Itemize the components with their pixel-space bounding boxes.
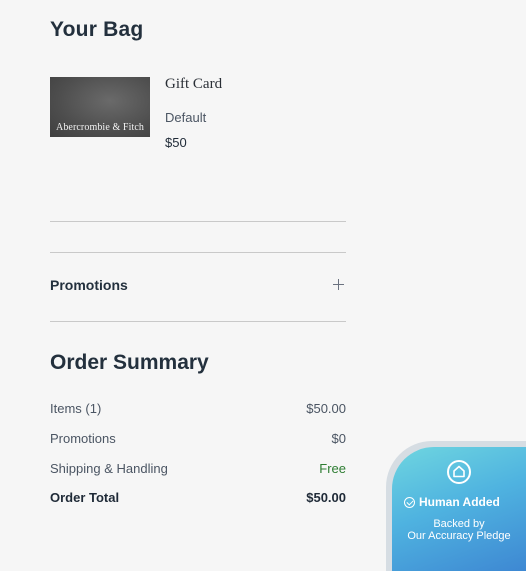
summary-label: Promotions xyxy=(50,431,116,446)
plus-icon[interactable] xyxy=(333,279,344,290)
badge-panel: Human Added Backed by Our Accuracy Pledg… xyxy=(392,447,526,571)
badge-headline-text: Human Added xyxy=(419,495,500,509)
shipping-free-value: Free xyxy=(319,461,346,476)
promotions-toggle[interactable]: Promotions xyxy=(50,253,346,321)
summary-label: Shipping & Handling xyxy=(50,461,168,476)
summary-value: $50.00 xyxy=(306,401,346,416)
badge-subtext: Backed by Our Accuracy Pledge xyxy=(392,518,526,542)
order-total-label: Order Total xyxy=(50,490,120,505)
badge-headline: Human Added xyxy=(404,495,500,509)
promotions-label: Promotions xyxy=(50,277,128,293)
summary-label: Items (1) xyxy=(50,401,102,416)
divider xyxy=(50,321,346,322)
thumbnail-brand-text: Abercrombie & Fitch xyxy=(56,122,144,133)
item-variant: Default xyxy=(165,110,207,125)
badge-line-2: Our Accuracy Pledge xyxy=(407,530,511,542)
accuracy-pledge-badge[interactable]: Human Added Backed by Our Accuracy Pledg… xyxy=(386,441,526,571)
item-name[interactable]: Gift Card xyxy=(165,76,222,93)
home-icon xyxy=(447,460,471,484)
divider xyxy=(50,221,346,222)
check-circle-icon xyxy=(404,497,415,508)
item-price: $50 xyxy=(165,135,187,150)
bag-title: Your Bag xyxy=(50,18,144,41)
summary-value: $0 xyxy=(331,431,346,446)
badge-line-1: Backed by xyxy=(433,518,485,530)
bag-item: Abercrombie & Fitch Gift Card Default $5… xyxy=(50,76,346,157)
order-summary-title: Order Summary xyxy=(50,351,209,374)
item-thumbnail[interactable]: Abercrombie & Fitch xyxy=(50,77,150,137)
order-total-value: $50.00 xyxy=(306,490,346,505)
